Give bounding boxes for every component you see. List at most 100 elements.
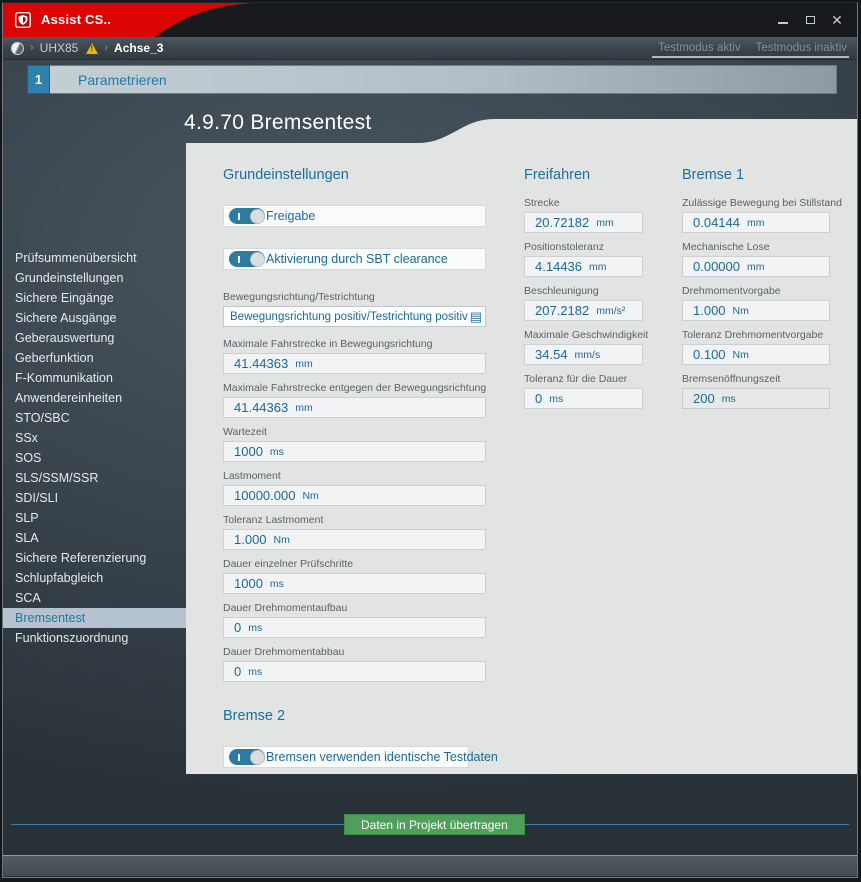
field-unit: mm [747, 260, 765, 273]
parameter-field: Dauer Drehmomentaufbau 0 ms [223, 602, 486, 638]
sidebar-item-sos[interactable]: SOS [3, 448, 186, 468]
section-heading-bremse2: Bremse 2 [223, 708, 486, 724]
sidebar-item-sls-ssm-ssr[interactable]: SLS/SSM/SSR [3, 468, 186, 488]
sidebar-item-ssx[interactable]: SSx [3, 428, 186, 448]
field-input[interactable]: 0.00000 mm [682, 256, 830, 277]
sidebar-item-sto-sbc[interactable]: STO/SBC [3, 408, 186, 428]
field-input[interactable]: 1.000 Nm [682, 300, 830, 321]
field-unit: ms [270, 445, 284, 458]
sidebar-item-sichere-ausg-nge[interactable]: Sichere Ausgänge [3, 308, 186, 328]
field-input[interactable]: 10000.000 Nm [223, 485, 486, 506]
title-bar: Assist CS.. ✕ [3, 3, 857, 37]
field-unit: Nm [733, 304, 749, 317]
direction-field: Bewegungsrichtung/Testrichtung Bewegungs… [223, 291, 486, 327]
identical-testdata-toggle-box[interactable]: Bremsen verwenden identische Testdaten [223, 746, 469, 768]
chevron-right-icon: › [104, 42, 108, 54]
toggle-on-mark [238, 256, 240, 263]
field-unit: ms [270, 577, 284, 590]
field-input[interactable]: 1000 ms [223, 441, 486, 462]
field-unit: ms [248, 665, 262, 678]
sidebar-item-sdi-sli[interactable]: SDI/SLI [3, 488, 186, 508]
sidebar-item-schlupfabgleich[interactable]: Schlupfabgleich [3, 568, 186, 588]
field-input[interactable]: 41.44363 mm [223, 353, 486, 374]
list-icon[interactable]: ▤ [470, 310, 482, 323]
sidebar-item-sca[interactable]: SCA [3, 588, 186, 608]
field-value: 0 [535, 391, 542, 406]
breadcrumb-device[interactable]: UHX85 [40, 41, 79, 55]
field-label: Drehmomentvorgabe [682, 285, 830, 298]
freigabe-toggle-box[interactable]: Freigabe [223, 205, 486, 227]
breadcrumb-axis[interactable]: Achse_3 [114, 41, 163, 55]
field-unit: Nm [274, 533, 290, 546]
field-unit: ms [722, 392, 736, 405]
field-input[interactable]: 200 ms [682, 388, 830, 409]
field-input[interactable]: 0.04144 mm [682, 212, 830, 233]
field-unit: ms [549, 392, 563, 405]
sidebar-item-sichere-eing-nge[interactable]: Sichere Eingänge [3, 288, 186, 308]
toggle-on-mark [238, 754, 240, 761]
step-number: 1 [27, 65, 50, 94]
field-input[interactable]: 0 ms [223, 617, 486, 638]
close-button[interactable]: ✕ [827, 10, 847, 30]
step-label[interactable]: Parametrieren [50, 65, 837, 94]
parameter-field: Bremsenöffnungszeit 200 ms [682, 373, 830, 409]
field-input[interactable]: 20.72182 mm [524, 212, 643, 233]
sidebar-item-slp[interactable]: SLP [3, 508, 186, 528]
toggle-label: Aktivierung durch SBT clearance [266, 252, 448, 266]
sidebar-item-sichere-referenzierung[interactable]: Sichere Referenzierung [3, 548, 186, 568]
sidebar-item-geberfunktion[interactable]: Geberfunktion [3, 348, 186, 368]
field-value: 200 [693, 391, 715, 406]
parameter-field: Lastmoment 10000.000 Nm [223, 470, 486, 506]
field-unit: mm [295, 357, 313, 370]
field-unit: mm/s [575, 348, 601, 361]
field-value: 0.04144 [693, 215, 740, 230]
field-input[interactable]: 34.54 mm/s [524, 344, 643, 365]
sidebar-item-pr-fsummen-bersicht[interactable]: Prüfsummenübersicht [3, 248, 186, 268]
sbt-clearance-toggle[interactable] [229, 251, 265, 267]
transfer-to-project-button[interactable]: Daten in Projekt übertragen [344, 814, 525, 835]
field-input[interactable]: 0.100 Nm [682, 344, 830, 365]
breadcrumb: › UHX85 › Achse_3 Testmodus aktiv Testmo… [3, 37, 857, 60]
parameter-field: Drehmomentvorgabe 1.000 Nm [682, 285, 830, 321]
identical-testdata-toggle[interactable] [229, 749, 265, 765]
parameter-field: Toleranz Lastmoment 1.000 Nm [223, 514, 486, 550]
field-label: Maximale Fahrstrecke in Bewegungsrichtun… [223, 338, 486, 351]
sidebar-item-sla[interactable]: SLA [3, 528, 186, 548]
field-label: Maximale Fahrstrecke entgegen der Bewegu… [223, 382, 486, 395]
field-label: Strecke [524, 197, 643, 210]
sbt-clearance-toggle-box[interactable]: Aktivierung durch SBT clearance [223, 248, 486, 270]
toggle-on-mark [238, 213, 240, 220]
app-logo-icon [15, 12, 31, 28]
sidebar-item-bremsentest[interactable]: Bremsentest [3, 608, 186, 628]
sidebar-item-funktionszuordnung[interactable]: Funktionszuordnung [3, 628, 186, 648]
minimize-button[interactable] [773, 10, 793, 30]
field-value: 0.00000 [693, 259, 740, 274]
parameter-field: Maximale Fahrstrecke in Bewegungsrichtun… [223, 338, 486, 374]
field-input[interactable]: 1.000 Nm [223, 529, 486, 550]
field-input[interactable]: 41.44363 mm [223, 397, 486, 418]
field-input[interactable]: 4.14436 mm [524, 256, 643, 277]
testmode-inactive-button[interactable]: Testmodus inaktiv [756, 42, 847, 54]
field-unit: mm/s² [596, 304, 625, 317]
project-sphere-icon[interactable] [11, 42, 24, 55]
freigabe-toggle[interactable] [229, 208, 265, 224]
sidebar-item-anwendereinheiten[interactable]: Anwendereinheiten [3, 388, 186, 408]
field-input[interactable]: 0 ms [223, 661, 486, 682]
maximize-button[interactable] [800, 10, 820, 30]
field-label: Bewegungsrichtung/Testrichtung [223, 291, 486, 304]
sidebar-item-f-kommunikation[interactable]: F-Kommunikation [3, 368, 186, 388]
parameter-field: Zulässige Bewegung bei Stillstand 0.0414… [682, 197, 830, 233]
testmode-active-button[interactable]: Testmodus aktiv [658, 42, 740, 54]
sidebar-item-grundeinstellungen[interactable]: Grundeinstellungen [3, 268, 186, 288]
field-unit: mm [747, 216, 765, 229]
field-value: 1.000 [234, 532, 267, 547]
parameter-field: Beschleunigung 207.2182 mm/s² [524, 285, 643, 321]
direction-dropdown[interactable]: Bewegungsrichtung positiv/Testrichtung p… [223, 306, 486, 327]
sidebar-item-geberauswertung[interactable]: Geberauswertung [3, 328, 186, 348]
field-input[interactable]: 207.2182 mm/s² [524, 300, 643, 321]
field-input[interactable]: 1000 ms [223, 573, 486, 594]
section-heading: Bremse 1 [682, 167, 830, 183]
field-label: Toleranz Drehmomentvorgabe [682, 329, 830, 342]
field-unit: mm [596, 216, 614, 229]
field-input[interactable]: 0 ms [524, 388, 643, 409]
